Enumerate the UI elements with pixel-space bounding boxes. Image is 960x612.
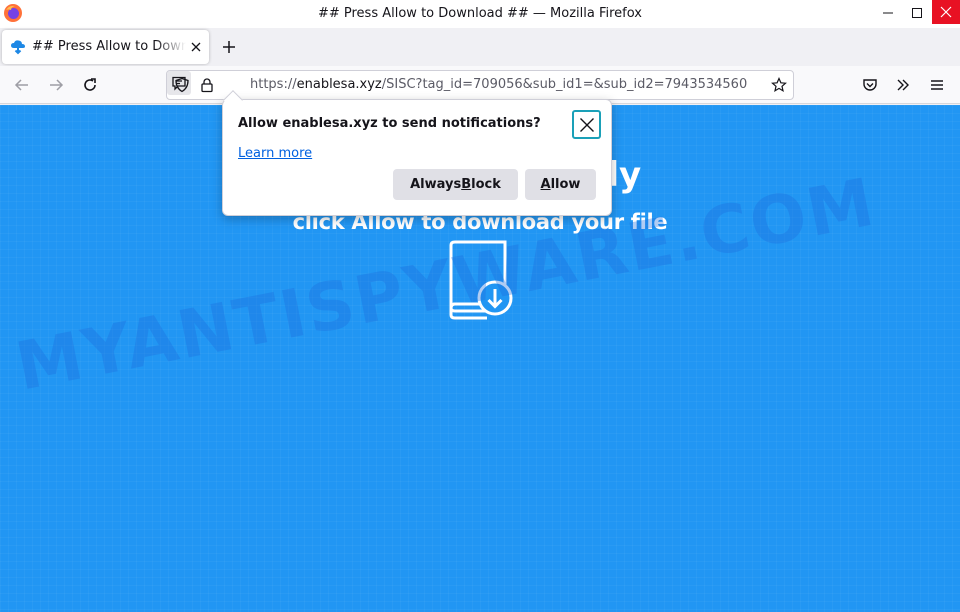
tab-title: ## Press Allow to Download ## bbox=[32, 39, 186, 54]
allow-label-accesskey: A bbox=[540, 177, 551, 192]
reload-icon bbox=[84, 78, 96, 91]
cloud-download-icon bbox=[11, 40, 25, 55]
url-scheme: https:// bbox=[250, 77, 297, 92]
close-icon bbox=[579, 117, 594, 132]
reload-button[interactable] bbox=[80, 75, 100, 95]
forward-button[interactable] bbox=[46, 75, 66, 95]
more-tools-button[interactable] bbox=[893, 75, 913, 95]
tab-bar: ## Press Allow to Download ## bbox=[0, 28, 960, 66]
block-label-pre: Always bbox=[410, 177, 462, 192]
tab-close-icon[interactable] bbox=[188, 39, 204, 55]
close-window-button[interactable] bbox=[932, 0, 960, 24]
hamburger-menu-icon bbox=[931, 80, 943, 90]
maximize-button[interactable] bbox=[899, 0, 935, 26]
chevron-double-right-icon bbox=[897, 79, 909, 91]
app-menu-button[interactable] bbox=[927, 75, 947, 95]
allow-label-post: llow bbox=[550, 177, 581, 192]
star-icon[interactable] bbox=[771, 77, 787, 93]
active-tab[interactable]: ## Press Allow to Download ## bbox=[2, 30, 209, 64]
pocket-icon bbox=[863, 79, 877, 91]
plus-icon bbox=[223, 41, 235, 53]
arrow-right-icon bbox=[50, 79, 64, 91]
close-icon bbox=[940, 6, 952, 18]
url-text[interactable]: https://enablesa.xyz/SISC?tag_id=709056&… bbox=[250, 77, 764, 92]
popup-message: Allow enablesa.xyz to send notifications… bbox=[238, 116, 541, 131]
allow-button[interactable]: Allow bbox=[525, 169, 596, 200]
pocket-button[interactable] bbox=[860, 75, 880, 95]
popup-close-button[interactable] bbox=[572, 110, 601, 139]
url-bar[interactable]: https://enablesa.xyz/SISC?tag_id=709056&… bbox=[166, 70, 794, 100]
lock-icon[interactable] bbox=[199, 77, 215, 93]
title-bar: ## Press Allow to Download ## — Mozilla … bbox=[0, 0, 960, 28]
url-domain: enablesa.xyz bbox=[296, 77, 382, 92]
notification-permission-popup: Allow enablesa.xyz to send notifications… bbox=[222, 90, 612, 216]
shield-icon[interactable] bbox=[174, 77, 190, 93]
block-label-accesskey: B bbox=[461, 177, 472, 192]
learn-more-link[interactable]: Learn more bbox=[238, 146, 312, 161]
minimize-icon bbox=[883, 12, 893, 14]
new-tab-button[interactable] bbox=[218, 36, 240, 58]
window-title: ## Press Allow to Download ## — Mozilla … bbox=[317, 6, 643, 21]
block-label-post: lock bbox=[471, 177, 501, 192]
back-button[interactable] bbox=[12, 75, 32, 95]
always-block-button[interactable]: Always Block bbox=[393, 169, 518, 200]
url-path: /SISC?tag_id=709056&sub_id1=&sub_id2=794… bbox=[381, 77, 748, 92]
arrow-left-icon bbox=[14, 79, 28, 91]
maximize-icon bbox=[912, 8, 922, 18]
